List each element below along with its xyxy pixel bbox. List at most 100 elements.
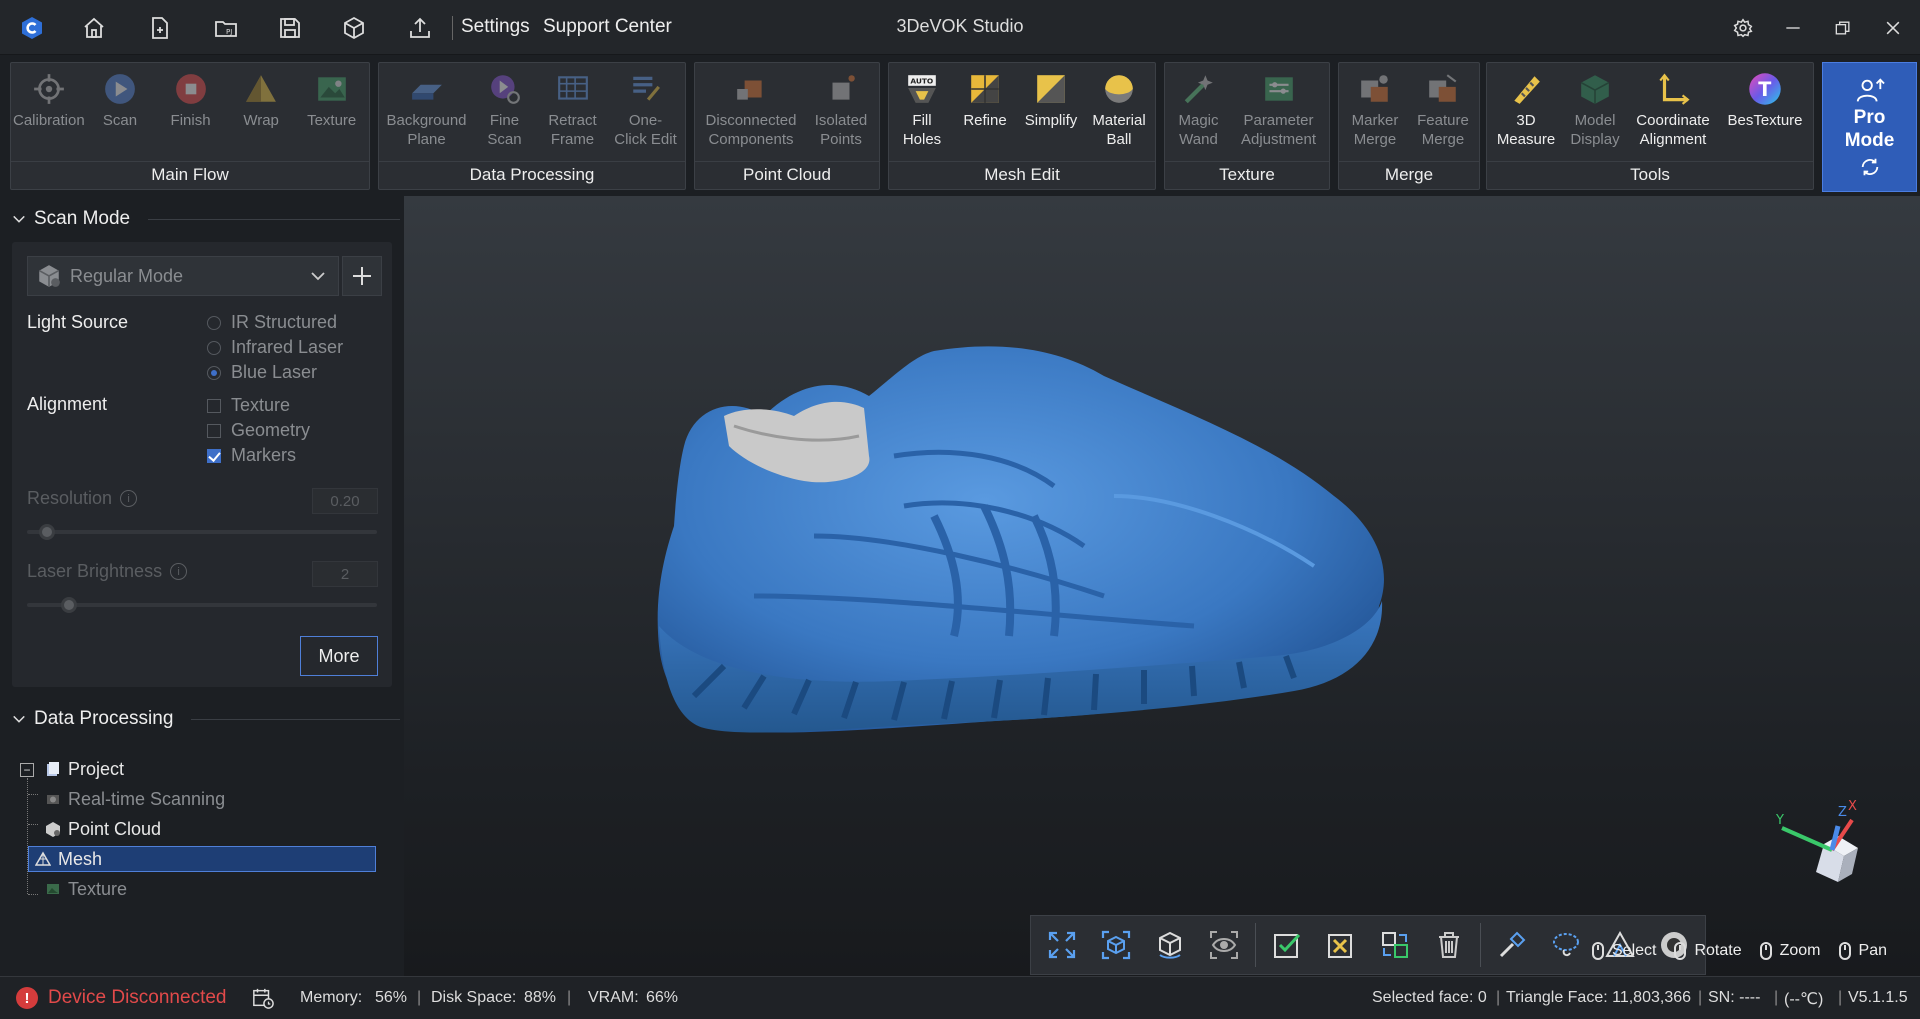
isolated-points-button[interactable]: Isolated Points — [809, 63, 873, 163]
group-label: Mesh Edit — [889, 161, 1155, 189]
scan-button[interactable]: Scan — [85, 63, 156, 163]
checkbox[interactable] — [207, 398, 221, 413]
import-icon[interactable] — [340, 14, 368, 42]
tree-node-point-cloud[interactable]: Point Cloud — [44, 816, 161, 842]
marker-merge-button[interactable]: Marker Merge — [1345, 63, 1405, 163]
feature-merge-button[interactable]: Feature Merge — [1413, 63, 1473, 163]
align-geometry[interactable]: Geometry — [207, 420, 310, 441]
group-data-processing: Background Plane Fine Scan Retract Frame… — [378, 62, 686, 190]
laser-brightness-input[interactable]: 2 — [312, 561, 378, 587]
check-select-icon[interactable] — [1264, 922, 1310, 968]
laser-brightness-slider[interactable] — [27, 597, 377, 613]
swap-select-icon[interactable] — [1372, 922, 1418, 968]
zoom-box-icon[interactable] — [1093, 922, 1139, 968]
invert-select-icon[interactable] — [1318, 922, 1364, 968]
light-ir-structured[interactable]: IR Structured — [207, 312, 337, 333]
coordinate-alignment-button[interactable]: Coordinate Alignment — [1631, 63, 1715, 163]
light-infrared-laser[interactable]: Infrared Laser — [207, 337, 343, 358]
group-label: Merge — [1339, 161, 1479, 189]
bestexture-button[interactable]: T BesTexture — [1723, 63, 1807, 163]
device-status[interactable]: ! Device Disconnected — [16, 987, 226, 1009]
tree-node-mesh[interactable]: Mesh — [28, 846, 376, 872]
collapse-icon[interactable]: − — [20, 763, 34, 777]
data-processing-header[interactable]: Data Processing — [12, 708, 400, 730]
resolution-slider[interactable] — [27, 524, 377, 540]
memory-label: Memory: — [300, 989, 363, 1006]
svg-text:PJ: PJ — [226, 28, 232, 36]
simplify-icon — [1031, 69, 1071, 109]
tree-node-realtime-scanning[interactable]: Real-time Scanning — [44, 786, 225, 812]
tree-node-texture[interactable]: Texture — [44, 876, 127, 902]
group-label: Tools — [1487, 161, 1813, 189]
checkbox[interactable] — [207, 423, 221, 438]
magic-wand-button[interactable]: Magic Wand — [1172, 63, 1226, 163]
material-ball-button[interactable]: Material Ball — [1087, 63, 1151, 163]
close-icon[interactable] — [1878, 14, 1908, 42]
restore-icon[interactable] — [1828, 14, 1858, 42]
retract-frame-button[interactable]: Retract Frame — [540, 63, 606, 163]
align-markers[interactable]: Markers — [207, 445, 296, 466]
resolution-input[interactable]: 0.20 — [312, 488, 378, 514]
light-blue-laser[interactable]: Blue Laser — [207, 362, 317, 383]
background-plane-button[interactable]: Background Plane — [384, 63, 470, 163]
info-icon[interactable]: i — [120, 490, 138, 507]
3d-viewport[interactable]: Y Z X Select Rotate Zoom Pan — [404, 196, 1920, 976]
one-click-edit-button[interactable]: One- Click Edit — [611, 63, 681, 163]
simplify-button[interactable]: Simplify — [1019, 63, 1083, 163]
warning-icon: ! — [16, 987, 38, 1009]
add-mode-button[interactable] — [342, 256, 382, 296]
texture-button[interactable]: Texture — [296, 63, 367, 163]
finish-button[interactable]: Finish — [155, 63, 226, 163]
scan-mode-select[interactable]: Regular Mode — [27, 256, 339, 296]
axis-y-label: Y — [1775, 813, 1784, 828]
settings-icon[interactable] — [1728, 14, 1758, 42]
history-icon[interactable] — [252, 987, 274, 1009]
new-project-icon[interactable] — [146, 14, 174, 42]
model-display-button[interactable]: Model Display — [1567, 63, 1623, 163]
mesh-icon — [34, 850, 52, 868]
export-icon[interactable] — [406, 14, 434, 42]
disconnected-components-button[interactable]: Disconnected Components — [701, 63, 801, 163]
settings-menu[interactable]: Settings — [461, 16, 530, 38]
support-center-menu[interactable]: Support Center — [543, 16, 672, 38]
fit-view-icon[interactable] — [1039, 922, 1085, 968]
brush-select-icon[interactable] — [1489, 922, 1535, 968]
lasso-select-icon[interactable] — [1543, 922, 1589, 968]
refine-button[interactable]: Refine — [955, 63, 1015, 163]
align-texture[interactable]: Texture — [207, 395, 290, 416]
triangle-face: Triangle Face: 11,803,366 — [1506, 989, 1692, 1006]
save-icon[interactable] — [276, 14, 304, 42]
slider-handle[interactable] — [61, 597, 77, 613]
info-icon[interactable]: i — [170, 563, 188, 580]
more-button[interactable]: More — [300, 636, 378, 676]
minimize-icon[interactable] — [1778, 14, 1808, 42]
calibration-button[interactable]: Calibration — [13, 63, 85, 163]
scan-mode-header[interactable]: Scan Mode — [12, 208, 400, 230]
home-icon[interactable] — [80, 14, 108, 42]
group-main-flow: Calibration Scan Finish Wrap Texture Mai… — [10, 62, 370, 190]
svg-text:T: T — [1758, 78, 1771, 101]
legend-rotate: Rotate — [1674, 942, 1742, 960]
title-bar: PJ Settings Support Center 3DeVOK Studio — [0, 0, 1920, 55]
rotate-center-icon[interactable] — [1147, 922, 1193, 968]
wrap-button[interactable]: Wrap — [226, 63, 297, 163]
3d-measure-button[interactable]: 3D Measure — [1493, 63, 1559, 163]
tree-node-project[interactable]: Project — [44, 756, 124, 782]
pro-mode-button[interactable]: Pro Mode — [1822, 62, 1917, 192]
open-project-icon[interactable]: PJ — [212, 14, 240, 42]
shoe-mesh-model[interactable] — [634, 336, 1434, 756]
axis-z-label: Z — [1838, 805, 1847, 820]
checkbox-checked[interactable] — [207, 448, 221, 463]
radio[interactable] — [207, 315, 221, 330]
delete-icon[interactable] — [1426, 922, 1472, 968]
axis-gizmo[interactable]: Y Z X — [1764, 796, 1874, 906]
parameter-adjustment-button[interactable]: Parameter Adjustment — [1235, 63, 1323, 163]
radio[interactable] — [207, 340, 221, 355]
fill-holes-button[interactable]: AUTO Fill Holes — [893, 63, 951, 163]
slider-handle[interactable] — [39, 524, 55, 540]
project-icon — [44, 760, 62, 778]
radio-selected[interactable] — [207, 365, 221, 380]
mouse-right-icon — [1674, 942, 1687, 960]
fine-scan-button[interactable]: Fine Scan — [475, 63, 535, 163]
visibility-icon[interactable] — [1201, 922, 1247, 968]
